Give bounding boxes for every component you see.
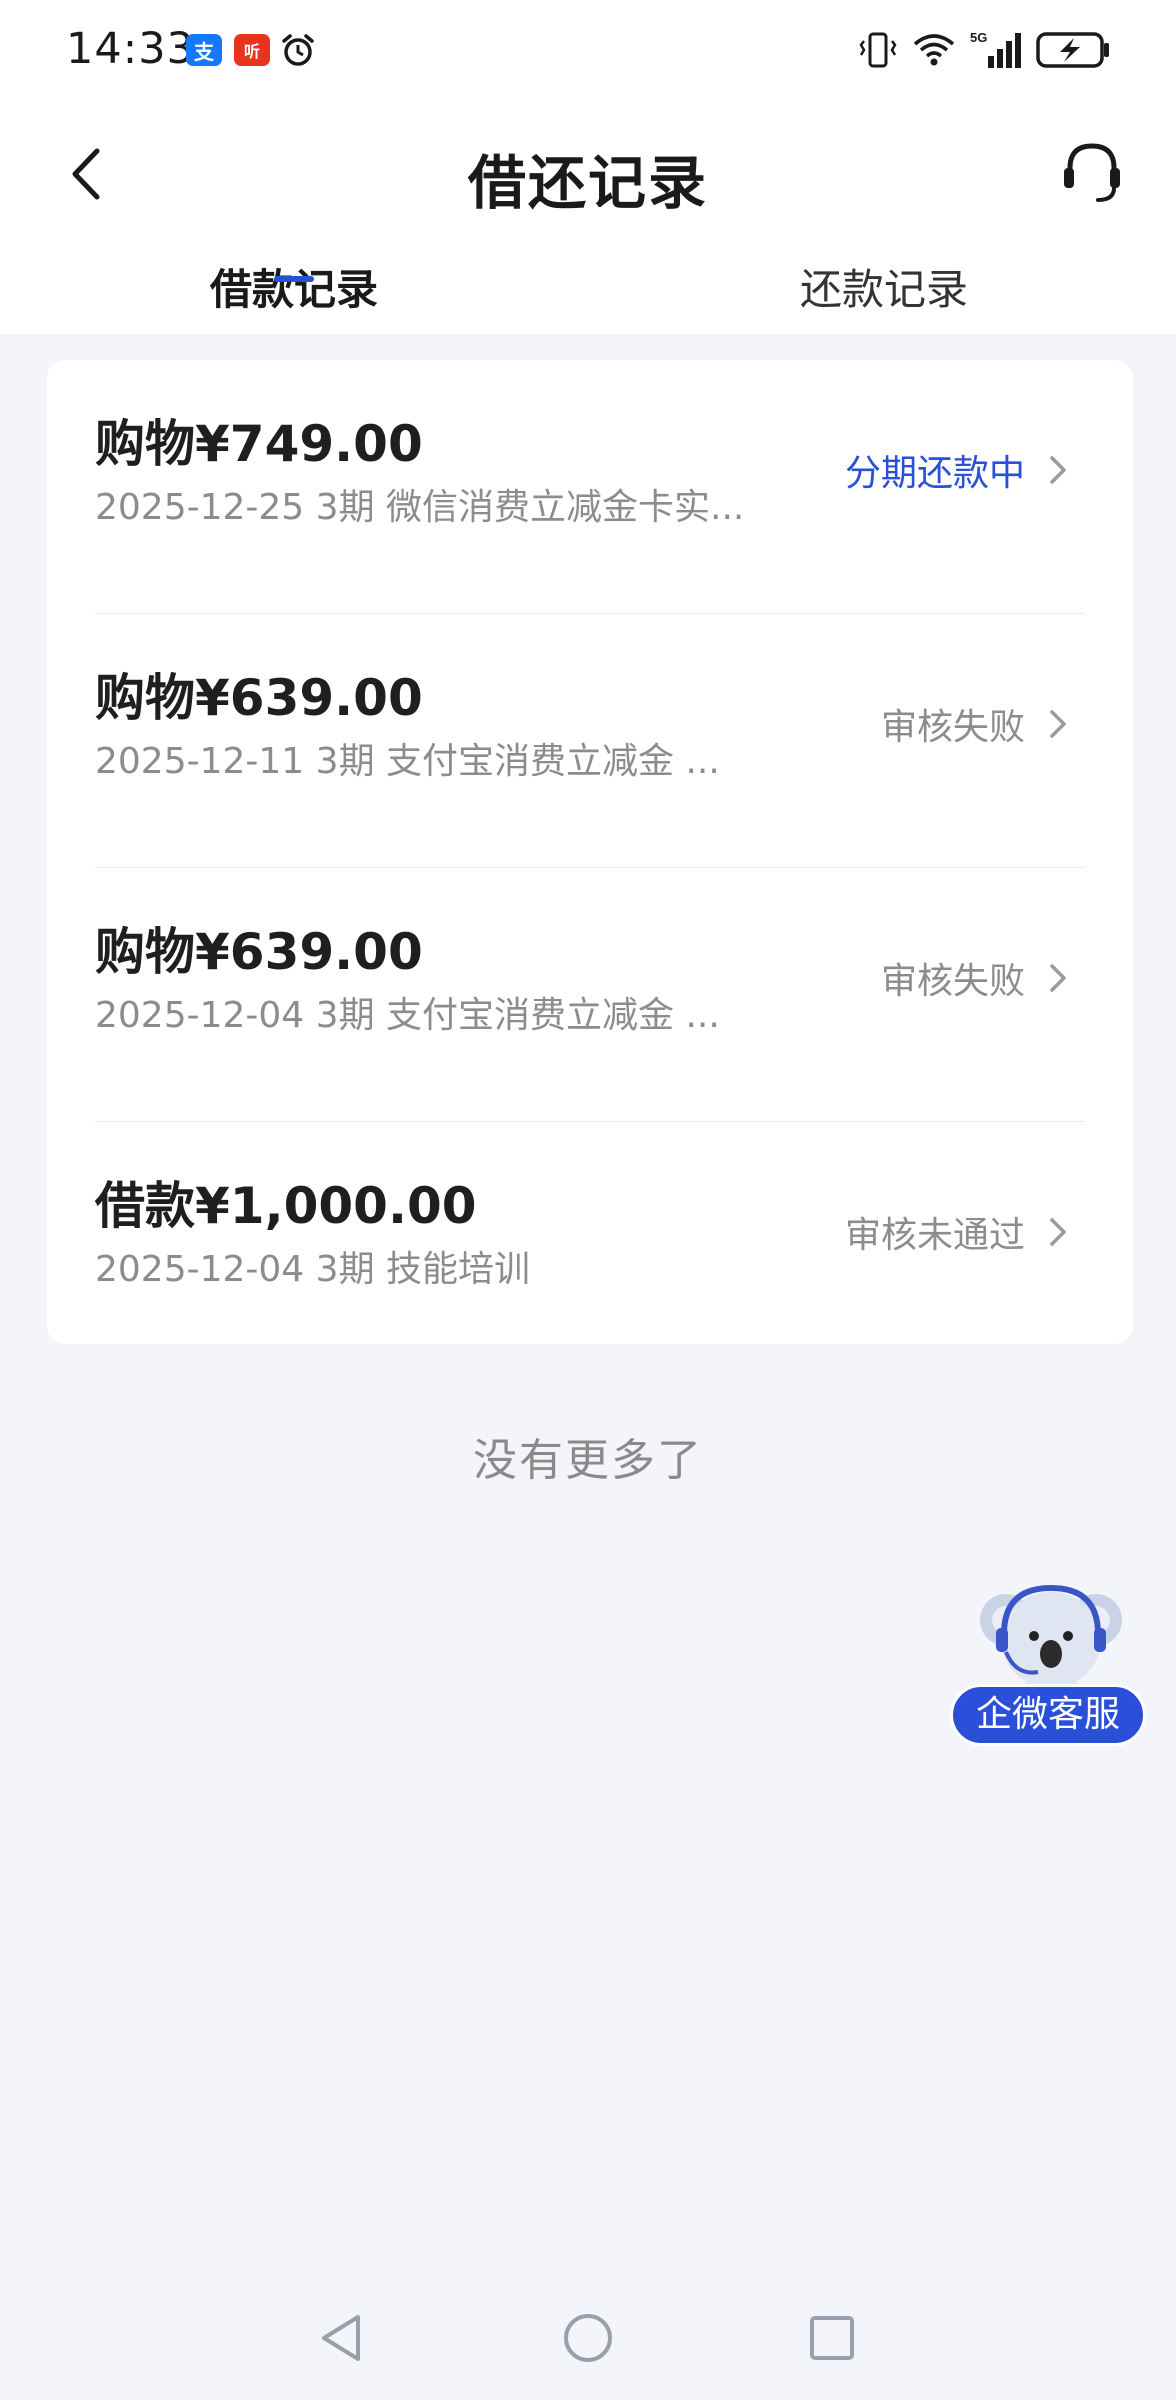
chevron-right-icon <box>1050 456 1066 484</box>
record-title: 购物¥639.00 <box>95 923 423 981</box>
record-status: 分期还款中 <box>844 453 1025 494</box>
alarm-icon <box>280 32 316 68</box>
record-title: 购物¥749.00 <box>95 415 423 473</box>
page-title: 借还记录 <box>467 149 708 217</box>
battery-icon <box>1036 31 1110 69</box>
record-title: 购物¥639.00 <box>95 669 423 727</box>
record-status: 审核失败 <box>880 961 1025 1002</box>
no-more-text: 没有更多了 <box>473 1435 703 1486</box>
nav-home-button[interactable] <box>558 2308 618 2368</box>
alipay-icon: 支 <box>186 34 222 66</box>
record-title: 借款¥1,000.00 <box>95 1177 477 1235</box>
records-card: 购物¥749.00 2025-12-25 3期 微信消费立减金卡实... 分期还… <box>47 360 1133 1344</box>
status-bar: 14:33 支 听 5G <box>0 0 1176 100</box>
network-type-label: 5G <box>970 30 987 45</box>
record-subtitle: 2025-12-04 3期 支付宝消费立减金 ... <box>95 995 720 1036</box>
nav-back-button[interactable] <box>312 2308 372 2368</box>
record-tabs: 借款记录 还款记录 <box>0 250 1176 334</box>
list-item[interactable]: 购物¥749.00 2025-12-25 3期 微信消费立减金卡实... 分期还… <box>47 360 1133 614</box>
chevron-right-icon <box>1050 964 1066 992</box>
floating-service-button[interactable]: 企微客服 <box>950 1574 1150 1750</box>
record-subtitle: 2025-12-11 3期 支付宝消费立减金 ... <box>95 741 720 782</box>
record-status: 审核未通过 <box>844 1215 1025 1256</box>
record-status: 审核失败 <box>880 707 1025 748</box>
vibrate-icon <box>858 31 898 69</box>
square-recent-icon <box>810 2316 854 2360</box>
active-tab-indicator <box>274 276 314 282</box>
chevron-right-icon <box>1050 1218 1066 1246</box>
tab-borrow-records[interactable]: 借款记录 <box>144 256 444 317</box>
wifi-icon <box>912 32 956 68</box>
headset-icon <box>1064 143 1120 202</box>
nav-recent-button[interactable] <box>802 2308 862 2368</box>
listen-app-icon: 听 <box>234 34 270 66</box>
list-item[interactable]: 购物¥639.00 2025-12-11 3期 支付宝消费立减金 ... 审核失… <box>47 614 1133 868</box>
list-item[interactable]: 购物¥639.00 2025-12-04 3期 支付宝消费立减金 ... 审核失… <box>47 868 1133 1122</box>
customer-service-button[interactable] <box>1056 136 1128 208</box>
list-item[interactable]: 借款¥1,000.00 2025-12-04 3期 技能培训 审核未通过 <box>47 1122 1133 1376</box>
record-subtitle: 2025-12-25 3期 微信消费立减金卡实... <box>95 487 745 528</box>
status-time: 14:33 <box>66 24 195 74</box>
floating-service-label: 企微客服 <box>950 1684 1146 1746</box>
triangle-back-icon <box>322 2315 360 2361</box>
circle-home-icon <box>564 2314 612 2362</box>
page: 14:33 支 听 5G 借还记录 借款记录 还款记录 购物¥749.00 20… <box>0 0 1176 2400</box>
tab-repay-records[interactable]: 还款记录 <box>734 256 1034 317</box>
header: 借还记录 借款记录 还款记录 <box>0 100 1176 334</box>
system-nav-bar <box>0 2272 1176 2400</box>
status-indicators: 5G <box>858 26 1110 74</box>
signal-icon: 5G <box>970 30 1022 70</box>
record-subtitle: 2025-12-04 3期 技能培训 <box>95 1249 531 1290</box>
chevron-right-icon <box>1050 710 1066 738</box>
